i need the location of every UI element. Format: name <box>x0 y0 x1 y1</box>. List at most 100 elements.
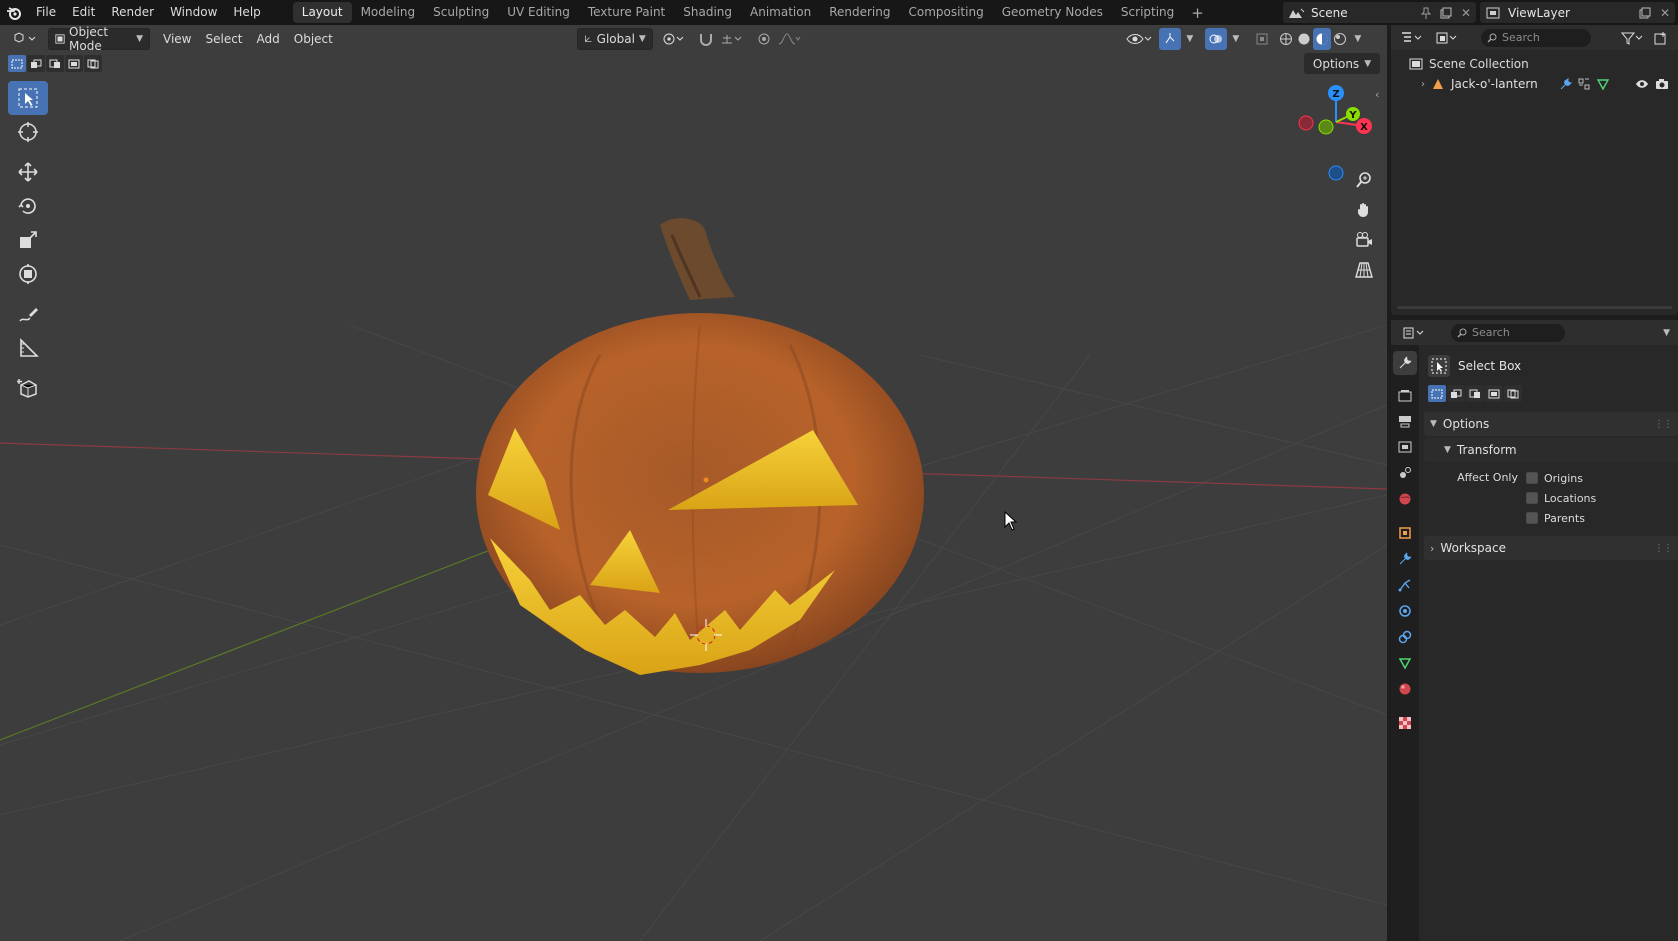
select-box-tool[interactable] <box>8 81 48 115</box>
constraints-tab-icon[interactable] <box>1393 625 1417 649</box>
data-tab-icon[interactable] <box>1393 651 1417 675</box>
new-scene-icon[interactable] <box>1436 2 1456 23</box>
transform-tool[interactable] <box>8 257 48 291</box>
add-workspace-button[interactable]: + <box>1183 2 1212 24</box>
filter-icon[interactable] <box>1617 28 1647 48</box>
falloff-icon[interactable] <box>775 28 805 50</box>
proportional-editing-icon[interactable] <box>753 28 775 50</box>
locations-checkbox[interactable] <box>1526 492 1538 504</box>
origins-checkbox[interactable] <box>1526 472 1538 484</box>
parents-checkbox-row[interactable]: Parents <box>1526 508 1596 528</box>
tab-layout[interactable]: Layout <box>292 2 352 23</box>
locations-checkbox-row[interactable]: Locations <box>1526 488 1596 508</box>
texture-tab-icon[interactable] <box>1393 711 1417 735</box>
world-tab-icon[interactable] <box>1393 487 1417 511</box>
mode-selector[interactable]: Object Mode ▼ <box>48 25 150 53</box>
tab-texture-paint[interactable]: Texture Paint <box>579 2 674 23</box>
xray-toggle-icon[interactable] <box>1251 28 1273 50</box>
origins-checkbox-row[interactable]: Origins <box>1526 468 1596 488</box>
measure-tool[interactable] <box>8 331 48 365</box>
overlays-toggle-icon[interactable] <box>1204 27 1227 50</box>
drag-handle-icon[interactable]: ⋮⋮ <box>1654 543 1673 554</box>
menu-help[interactable]: Help <box>225 0 268 25</box>
new-view-layer-icon[interactable] <box>1635 2 1655 23</box>
delete-scene-icon[interactable]: ✕ <box>1456 2 1476 23</box>
menu-window[interactable]: Window <box>162 0 225 25</box>
outliner-scrollbar[interactable] <box>1397 306 1672 309</box>
visibility-icon[interactable] <box>1123 28 1155 50</box>
wireframe-shading-icon[interactable] <box>1277 28 1295 50</box>
select-new-icon[interactable] <box>1428 385 1446 402</box>
outliner-object-row[interactable]: › Jack-o'-lantern <box>1391 74 1678 94</box>
add-cube-tool[interactable] <box>8 371 48 405</box>
move-tool[interactable] <box>8 155 48 189</box>
orientation-selector[interactable]: Global ▼ <box>576 27 653 50</box>
scene-tab-icon[interactable] <box>1393 461 1417 485</box>
delete-view-layer-icon[interactable]: ✕ <box>1655 2 1675 23</box>
scene-name[interactable]: Scene <box>1309 6 1416 20</box>
viewport-options-button[interactable]: Options ▼ <box>1304 53 1380 74</box>
overlays-dropdown-icon[interactable]: ▼ <box>1227 28 1245 50</box>
zoom-icon[interactable] <box>1349 165 1379 195</box>
select-invert-icon[interactable] <box>65 55 83 72</box>
display-mode-icon[interactable] <box>1431 28 1463 48</box>
rendered-shading-icon[interactable] <box>1331 28 1349 50</box>
pin-icon[interactable] <box>1416 2 1436 23</box>
tool-tab-icon[interactable] <box>1393 351 1417 375</box>
view-layer-name[interactable]: ViewLayer <box>1506 6 1635 20</box>
viewport-scene[interactable] <box>0 25 1387 941</box>
pivot-point-icon[interactable] <box>659 28 689 50</box>
scene-collection-row[interactable]: Scene Collection <box>1391 54 1678 74</box>
tab-compositing[interactable]: Compositing <box>899 2 992 23</box>
tab-uv-editing[interactable]: UV Editing <box>498 2 579 23</box>
particles-tab-icon[interactable] <box>1393 573 1417 597</box>
tab-geometry-nodes[interactable]: Geometry Nodes <box>993 2 1112 23</box>
snap-target-icon[interactable] <box>717 28 747 50</box>
select-intersect-icon[interactable] <box>84 55 102 72</box>
tab-animation[interactable]: Animation <box>741 2 820 23</box>
drag-handle-icon[interactable]: ⋮⋮ <box>1654 419 1673 430</box>
view-layer-selector[interactable]: ViewLayer ✕ <box>1480 2 1675 23</box>
3d-viewport[interactable]: Object Mode ▼ View Select Add Object Glo… <box>0 25 1387 941</box>
outliner-search-input[interactable]: Search <box>1481 28 1591 47</box>
view-layer-tab-icon[interactable] <box>1393 435 1417 459</box>
pan-hand-icon[interactable] <box>1349 195 1379 225</box>
tab-rendering[interactable]: Rendering <box>820 2 899 23</box>
workspace-panel-header[interactable]: › Workspace ⋮⋮ <box>1424 536 1678 560</box>
gizmo-dropdown-icon[interactable]: ▼ <box>1181 28 1199 50</box>
camera-view-icon[interactable] <box>1349 225 1379 255</box>
expand-arrow-icon[interactable]: › <box>1421 79 1425 90</box>
tab-scripting[interactable]: Scripting <box>1112 2 1183 23</box>
select-new-icon[interactable] <box>8 55 26 72</box>
select-invert-icon[interactable] <box>1485 385 1503 402</box>
select-extend-icon[interactable] <box>27 55 45 72</box>
tab-shading[interactable]: Shading <box>674 2 741 23</box>
transform-panel-header[interactable]: ▼ Transform <box>1424 438 1678 462</box>
modifiers-tab-icon[interactable] <box>1393 547 1417 571</box>
gizmo-toggle-icon[interactable] <box>1158 27 1181 50</box>
output-tab-icon[interactable] <box>1393 409 1417 433</box>
select-intersect-icon[interactable] <box>1504 385 1522 402</box>
menu-view[interactable]: View <box>156 28 198 50</box>
material-preview-shading-icon[interactable] <box>1312 27 1331 50</box>
new-collection-icon[interactable] <box>1651 28 1671 48</box>
select-extend-icon[interactable] <box>1447 385 1465 402</box>
options-panel-header[interactable]: ▼ Options ⋮⋮ <box>1424 412 1678 436</box>
menu-add[interactable]: Add <box>250 28 287 50</box>
rotate-tool[interactable] <box>8 189 48 223</box>
scale-tool[interactable] <box>8 223 48 257</box>
scene-selector[interactable]: Scene ✕ <box>1283 2 1476 23</box>
snap-icon[interactable] <box>695 28 717 50</box>
render-tab-icon[interactable] <box>1393 383 1417 407</box>
tab-sculpting[interactable]: Sculpting <box>424 2 498 23</box>
annotate-tool[interactable] <box>8 297 48 331</box>
tab-modeling[interactable]: Modeling <box>352 2 425 23</box>
menu-select[interactable]: Select <box>198 28 249 50</box>
menu-render[interactable]: Render <box>103 0 162 25</box>
object-tab-icon[interactable] <box>1393 521 1417 545</box>
menu-file[interactable]: File <box>28 0 64 25</box>
select-subtract-icon[interactable] <box>1466 385 1484 402</box>
perspective-toggle-icon[interactable] <box>1349 255 1379 285</box>
physics-tab-icon[interactable] <box>1393 599 1417 623</box>
properties-editor-type-icon[interactable] <box>1399 323 1429 343</box>
